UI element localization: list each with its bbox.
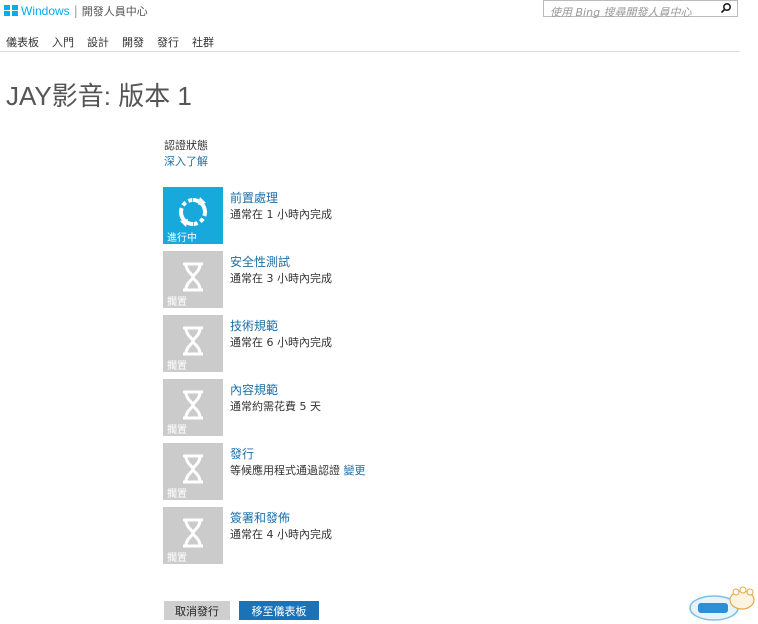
cancel-release-button[interactable]: 取消發行 [164,601,230,620]
step-title[interactable]: 發行 [230,445,254,462]
windows-logo[interactable]: Windows | 開發人員中心 [4,3,148,19]
status-tile: 擱置 [163,379,223,436]
step-description: 通常在 4 小時內完成 [230,528,332,541]
nav-community[interactable]: 社群 [192,34,214,50]
step-release: 擱置 發行 等候應用程式通過認證 變更 [163,443,423,500]
nav-divider [0,51,740,52]
step-description: 通常在 1 小時內完成 [230,208,332,221]
status-tile: 擱置 [163,251,223,308]
step-description-text: 等候應用程式通過認證 [230,464,340,477]
brand-name: Windows [21,4,70,18]
search-box [543,0,738,20]
search-input[interactable] [544,5,718,20]
step-description: 通常在 3 小時內完成 [230,272,332,285]
step-title[interactable]: 安全性測試 [230,253,290,270]
nav-dashboard[interactable]: 儀表板 [6,34,39,50]
brand-divider: | [73,4,78,18]
status-tile: 進行中 [163,187,223,244]
status-tile: 擱置 [163,443,223,500]
step-security-test: 擱置 安全性測試 通常在 3 小時內完成 [163,251,423,308]
search-icon[interactable] [720,2,732,14]
hourglass-icon [183,390,203,420]
page-title: JAY影音: 版本 1 [6,81,192,111]
nav-publish[interactable]: 發行 [157,34,179,50]
status-label: 擱置 [167,297,187,308]
learn-more-link[interactable]: 深入了解 [164,153,208,169]
step-description: 通常在 6 小時內完成 [230,336,332,349]
nav-develop[interactable]: 開發 [122,34,144,50]
windows-flag-icon [4,5,18,17]
certification-status-heading: 認證狀態 [164,139,208,152]
step-preprocessing: 進行中 前置處理 通常在 1 小時內完成 [163,187,423,244]
step-title[interactable]: 內容規範 [230,381,278,398]
hourglass-icon [183,262,203,292]
step-content-compliance: 擱置 內容規範 通常約需花費 5 天 [163,379,423,436]
status-tile: 擱置 [163,507,223,564]
step-title[interactable]: 技術規範 [230,317,278,334]
step-technical-compliance: 擱置 技術規範 通常在 6 小時內完成 [163,315,423,372]
ithome-watermark-logo [689,586,755,621]
main-nav: 儀表板 入門 設計 開發 發行 社群 [6,34,227,50]
step-description: 通常約需花費 5 天 [230,400,321,413]
refresh-icon [179,197,207,227]
site-name: 開發人員中心 [81,5,148,18]
hourglass-icon [183,326,203,356]
status-label: 擱置 [167,361,187,372]
go-to-dashboard-button[interactable]: 移至儀表板 [239,601,319,620]
step-signing-publishing: 擱置 簽署和發佈 通常在 4 小時內完成 [163,507,423,564]
status-label: 擱置 [167,553,187,564]
step-title[interactable]: 前置處理 [230,189,278,206]
status-tile: 擱置 [163,315,223,372]
status-label: 擱置 [167,489,187,500]
top-bar: Windows | 開發人員中心 [0,0,758,22]
nav-design[interactable]: 設計 [87,34,109,50]
hourglass-icon [183,454,203,484]
hourglass-icon [183,518,203,548]
status-label: 進行中 [167,233,197,244]
certification-steps: 進行中 前置處理 通常在 1 小時內完成 擱置 安全性測試 通常在 3 小時內完… [163,187,423,571]
nav-getting-started[interactable]: 入門 [52,34,74,50]
step-description: 等候應用程式通過認證 變更 [230,462,366,478]
step-title[interactable]: 簽署和發佈 [230,509,290,526]
change-link[interactable]: 變更 [344,464,366,477]
status-label: 擱置 [167,425,187,436]
